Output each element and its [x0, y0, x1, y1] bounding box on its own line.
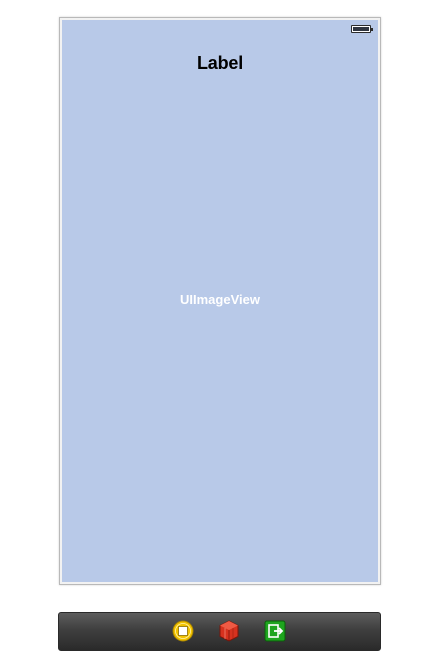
view-controller-icon[interactable]	[172, 620, 194, 642]
status-bar	[62, 20, 378, 38]
first-responder-icon[interactable]	[218, 620, 240, 642]
battery-fill	[353, 27, 369, 31]
image-view-placeholder-text: UIImageView	[180, 292, 260, 307]
storyboard-canvas: Label UIImageView	[0, 0, 429, 661]
root-view[interactable]: Label UIImageView	[62, 20, 378, 582]
exit-icon[interactable]	[264, 620, 286, 642]
scene-dock	[58, 612, 381, 651]
battery-icon	[351, 25, 373, 33]
view-controller-scene[interactable]: Label UIImageView	[59, 17, 381, 585]
label[interactable]: Label	[62, 53, 378, 74]
